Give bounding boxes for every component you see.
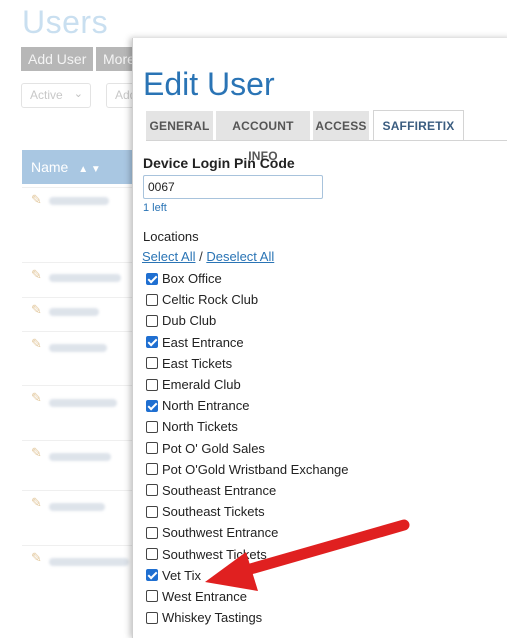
add-user-button[interactable]: Add User — [21, 47, 94, 71]
blurred-name — [49, 453, 111, 461]
table-row[interactable]: ✎ — [22, 440, 142, 489]
select-all-link[interactable]: Select All — [142, 249, 195, 264]
location-item[interactable]: Whiskey Tastings — [146, 607, 349, 628]
edit-pencil-icon[interactable]: ✎ — [31, 550, 42, 566]
edit-pencil-icon[interactable]: ✎ — [31, 267, 42, 283]
pin-remaining-count: 1 left — [143, 202, 167, 214]
page-title: Users — [22, 4, 109, 40]
blurred-name — [49, 503, 105, 511]
location-item[interactable]: North Entrance — [146, 395, 349, 416]
location-label: Vet Tix — [162, 567, 202, 583]
sort-icon[interactable]: ▲ ▼ — [78, 164, 101, 175]
blurred-name — [49, 558, 129, 566]
location-item[interactable]: Southwest Tickets — [146, 543, 349, 564]
tab-access[interactable]: ACCESS — [313, 111, 369, 140]
location-label: Dub Club — [162, 313, 217, 329]
location-checkbox[interactable] — [146, 590, 158, 603]
location-checkbox[interactable] — [146, 548, 158, 561]
table-row[interactable]: ✎ — [22, 490, 142, 539]
table-row[interactable]: ✎ — [22, 262, 142, 293]
location-label: Southwest Entrance — [162, 525, 279, 541]
location-item[interactable]: East Entrance — [146, 332, 349, 353]
location-checkbox[interactable] — [146, 399, 158, 412]
edit-pencil-icon[interactable]: ✎ — [31, 192, 42, 208]
location-label: West Entrance — [162, 588, 248, 604]
pin-code-label: Device Login Pin Code — [143, 155, 295, 171]
location-checkbox[interactable] — [146, 420, 158, 433]
tab-divider — [146, 140, 507, 141]
location-checkbox[interactable] — [146, 505, 158, 518]
location-checkbox[interactable] — [146, 272, 158, 285]
location-checkbox[interactable] — [146, 378, 158, 391]
location-checkbox[interactable] — [146, 463, 158, 476]
edit-pencil-icon[interactable]: ✎ — [31, 302, 42, 318]
blurred-name — [49, 274, 121, 282]
tab-general[interactable]: GENERAL — [146, 111, 213, 140]
location-checkbox[interactable] — [146, 293, 158, 306]
blurred-name — [49, 197, 109, 205]
location-label: East Entrance — [162, 334, 244, 350]
location-item[interactable]: Vet Tix — [146, 565, 349, 586]
table-row[interactable]: ✎ — [22, 385, 142, 436]
blurred-name — [49, 308, 99, 316]
location-item[interactable]: West Entrance — [146, 586, 349, 607]
location-checkbox[interactable] — [146, 442, 158, 455]
location-item[interactable]: Pot O' Gold Sales — [146, 438, 349, 459]
location-checkbox[interactable] — [146, 336, 158, 349]
deselect-all-link[interactable]: Deselect All — [206, 249, 274, 264]
edit-pencil-icon[interactable]: ✎ — [31, 336, 42, 352]
location-label: Southeast Entrance — [162, 482, 277, 498]
select-links: Select All / Deselect All — [142, 249, 274, 264]
location-item[interactable]: Southwest Entrance — [146, 522, 349, 543]
location-checkbox[interactable] — [146, 569, 158, 582]
location-label: Celtic Rock Club — [162, 292, 259, 308]
blurred-name — [49, 344, 107, 352]
location-label: Southwest Tickets — [162, 546, 267, 562]
link-separator: / — [195, 249, 207, 264]
location-checkbox[interactable] — [146, 611, 158, 624]
location-label: Whiskey Tastings — [162, 610, 263, 626]
location-checkbox[interactable] — [146, 526, 158, 539]
location-checkbox[interactable] — [146, 314, 158, 327]
location-label: Pot O' Gold Sales — [162, 440, 265, 456]
modal-title: Edit User — [143, 66, 275, 102]
location-item[interactable]: East Tickets — [146, 353, 349, 374]
status-select-value: Active — [30, 88, 63, 102]
location-label: East Tickets — [162, 355, 233, 371]
edit-pencil-icon[interactable]: ✎ — [31, 445, 42, 461]
location-item[interactable]: Southeast Tickets — [146, 501, 349, 522]
table-row[interactable]: ✎ — [22, 297, 142, 328]
location-label: North Tickets — [162, 419, 238, 435]
location-label: Southeast Tickets — [162, 504, 265, 520]
location-label: Box Office — [162, 271, 222, 287]
location-checkbox[interactable] — [146, 357, 158, 370]
status-select[interactable]: Active ⌄ — [21, 83, 91, 108]
location-label: Emerald Club — [162, 377, 241, 393]
location-label: Pot O'Gold Wristband Exchange — [162, 461, 349, 477]
table-row[interactable]: ✎ — [22, 331, 142, 380]
location-item[interactable]: Box Office — [146, 268, 349, 289]
table-row[interactable]: ✎ — [22, 545, 142, 596]
location-item[interactable]: Celtic Rock Club — [146, 289, 349, 310]
table-row[interactable]: ✎ — [22, 187, 142, 258]
name-column-label: Name — [31, 159, 69, 175]
location-item[interactable]: Emerald Club — [146, 374, 349, 395]
tab-account-info[interactable]: ACCOUNT INFO — [216, 111, 310, 163]
tab-saffiretix[interactable]: SAFFIRETIX — [373, 110, 464, 141]
location-item[interactable]: North Tickets — [146, 416, 349, 437]
edit-pencil-icon[interactable]: ✎ — [31, 390, 42, 406]
chevron-down-icon: ⌄ — [73, 88, 83, 100]
blurred-name — [49, 399, 117, 407]
locations-list: Box Office Celtic Rock Club Dub Club East E… — [146, 268, 349, 628]
location-label: North Entrance — [162, 398, 250, 414]
edit-user-modal: Edit User GENERAL ACCOUNT INFO ACCESS SA… — [132, 38, 507, 638]
pin-code-input[interactable] — [143, 175, 323, 199]
edit-pencil-icon[interactable]: ✎ — [31, 495, 42, 511]
location-item[interactable]: Southeast Entrance — [146, 480, 349, 501]
location-item[interactable]: Dub Club — [146, 310, 349, 331]
locations-label: Locations — [143, 229, 199, 244]
location-checkbox[interactable] — [146, 484, 158, 497]
location-item[interactable]: Pot O'Gold Wristband Exchange — [146, 459, 349, 480]
